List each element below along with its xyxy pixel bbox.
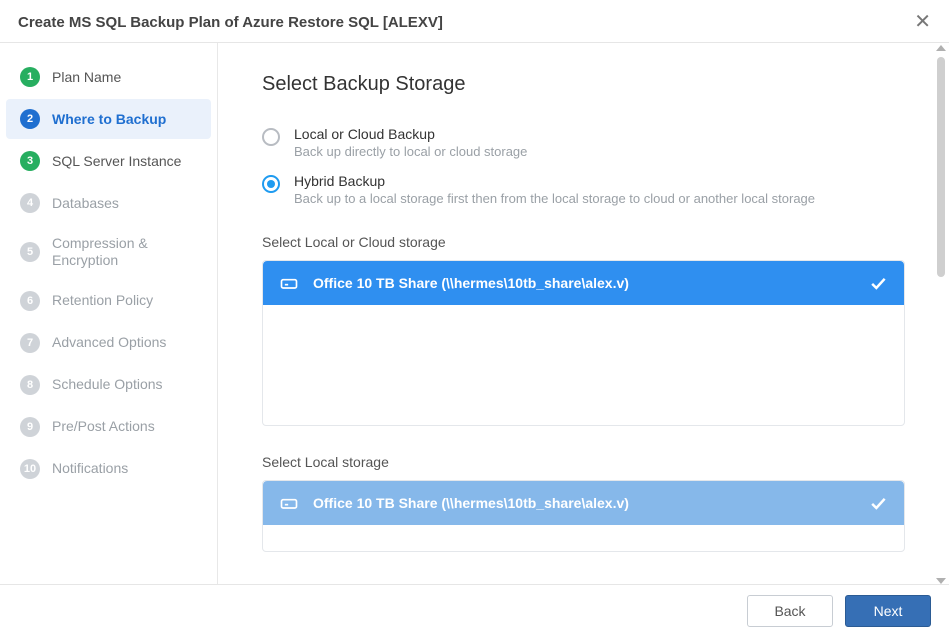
storage-list-primary: Office 10 TB Share (\\hermes\10tb_share\… bbox=[262, 260, 905, 426]
radio-desc: Back up directly to local or cloud stora… bbox=[294, 144, 527, 159]
storage-name: Office 10 TB Share (\\hermes\10tb_share\… bbox=[313, 495, 629, 511]
step-number: 3 bbox=[20, 151, 40, 171]
back-button[interactable]: Back bbox=[747, 595, 833, 627]
storage-name: Office 10 TB Share (\\hermes\10tb_share\… bbox=[313, 275, 629, 291]
sidebar-item-pre-post-actions: 9 Pre/Post Actions bbox=[6, 407, 211, 447]
sidebar-item-retention-policy: 6 Retention Policy bbox=[6, 281, 211, 321]
step-number: 9 bbox=[20, 417, 40, 437]
radio-local-or-cloud[interactable]: Local or Cloud Backup Back up directly t… bbox=[262, 126, 905, 159]
scrollbar-track[interactable] bbox=[933, 57, 949, 572]
step-label: Advanced Options bbox=[52, 334, 166, 351]
step-label: Retention Policy bbox=[52, 292, 153, 309]
radio-icon bbox=[262, 128, 280, 146]
storage-item[interactable]: Office 10 TB Share (\\hermes\10tb_share\… bbox=[263, 261, 904, 305]
dialog-body: 1 Plan Name 2 Where to Backup 3 SQL Serv… bbox=[0, 43, 949, 586]
scroll-up-icon[interactable] bbox=[936, 45, 946, 51]
storage-item[interactable]: Office 10 TB Share (\\hermes\10tb_share\… bbox=[263, 481, 904, 525]
radio-hybrid[interactable]: Hybrid Backup Back up to a local storage… bbox=[262, 173, 905, 206]
check-icon bbox=[868, 493, 888, 513]
step-number: 7 bbox=[20, 333, 40, 353]
sidebar-item-compression-encryption: 5 Compression & Encryption bbox=[6, 225, 211, 279]
sidebar-item-notifications: 10 Notifications bbox=[6, 449, 211, 489]
page-title: Select Backup Storage bbox=[262, 73, 905, 96]
step-label: SQL Server Instance bbox=[52, 153, 181, 170]
step-number: 2 bbox=[20, 109, 40, 129]
sidebar-item-sql-server-instance[interactable]: 3 SQL Server Instance bbox=[6, 141, 211, 181]
storage-list-local: Office 10 TB Share (\\hermes\10tb_share\… bbox=[262, 480, 905, 552]
next-button[interactable]: Next bbox=[845, 595, 931, 627]
radio-label: Local or Cloud Backup bbox=[294, 126, 527, 142]
radio-icon bbox=[262, 175, 280, 193]
radio-desc: Back up to a local storage first then fr… bbox=[294, 191, 815, 206]
step-number: 10 bbox=[20, 459, 40, 479]
storage-empty-area bbox=[263, 525, 904, 551]
step-number: 5 bbox=[20, 242, 40, 262]
disk-icon bbox=[279, 273, 299, 293]
step-label: Where to Backup bbox=[52, 111, 166, 128]
dialog-header: Create MS SQL Backup Plan of Azure Resto… bbox=[0, 0, 949, 43]
step-label: Compression & Encryption bbox=[52, 235, 197, 269]
radio-label: Hybrid Backup bbox=[294, 173, 815, 189]
wizard-sidebar: 1 Plan Name 2 Where to Backup 3 SQL Serv… bbox=[0, 43, 218, 586]
sidebar-item-plan-name[interactable]: 1 Plan Name bbox=[6, 57, 211, 97]
radio-text: Local or Cloud Backup Back up directly t… bbox=[294, 126, 527, 159]
storage-empty-area bbox=[263, 305, 904, 425]
step-label: Plan Name bbox=[52, 69, 121, 86]
disk-icon bbox=[279, 493, 299, 513]
radio-text: Hybrid Backup Back up to a local storage… bbox=[294, 173, 815, 206]
step-number: 1 bbox=[20, 67, 40, 87]
step-number: 6 bbox=[20, 291, 40, 311]
sidebar-item-where-to-backup[interactable]: 2 Where to Backup bbox=[6, 99, 211, 139]
close-icon[interactable]: ✕ bbox=[914, 12, 931, 32]
sidebar-item-schedule-options: 8 Schedule Options bbox=[6, 365, 211, 405]
step-label: Pre/Post Actions bbox=[52, 418, 155, 435]
sidebar-item-databases: 4 Databases bbox=[6, 183, 211, 223]
radio-dot-icon bbox=[267, 180, 275, 188]
subheading-local-storage: Select Local storage bbox=[262, 454, 905, 470]
sidebar-item-advanced-options: 7 Advanced Options bbox=[6, 323, 211, 363]
step-label: Databases bbox=[52, 195, 119, 212]
step-label: Schedule Options bbox=[52, 376, 163, 393]
step-number: 4 bbox=[20, 193, 40, 213]
main-panel: Select Backup Storage Local or Cloud Bac… bbox=[218, 43, 949, 586]
step-label: Notifications bbox=[52, 460, 128, 477]
check-icon bbox=[868, 273, 888, 293]
scrollbar[interactable] bbox=[933, 43, 949, 586]
step-number: 8 bbox=[20, 375, 40, 395]
dialog-title: Create MS SQL Backup Plan of Azure Resto… bbox=[18, 14, 443, 31]
dialog-footer: Back Next bbox=[0, 584, 949, 636]
scrollbar-thumb[interactable] bbox=[937, 57, 945, 277]
subheading-local-or-cloud-storage: Select Local or Cloud storage bbox=[262, 234, 905, 250]
